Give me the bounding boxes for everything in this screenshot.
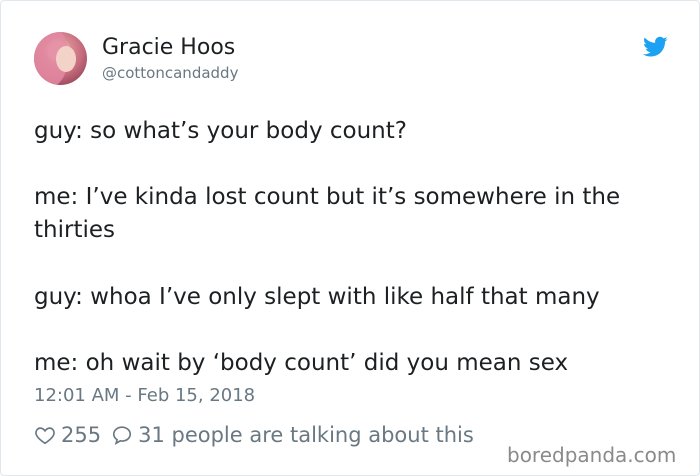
tweet-line: me: I’ve kinda lost count but it’s somew… — [34, 184, 621, 210]
tweet-line: guy: whoa I’ve only slept with like half… — [34, 284, 600, 310]
twitter-bird-icon[interactable] — [643, 36, 668, 58]
speech-bubble-icon[interactable] — [111, 424, 133, 446]
like-count[interactable]: 255 — [61, 423, 101, 447]
tweet-line: me: oh wait by ‘body count’ did you mean… — [34, 350, 569, 376]
tweet-actions: 255 31 people are talking about this — [34, 421, 474, 449]
author-name[interactable]: Gracie Hoos — [102, 35, 235, 60]
tweet-timestamp[interactable]: 12:01 AM - Feb 15, 2018 — [34, 385, 255, 406]
avatar[interactable] — [34, 32, 87, 85]
tweet-line: thirties — [34, 217, 115, 243]
talking-count[interactable]: 31 people are talking about this — [138, 423, 474, 447]
heart-icon[interactable] — [34, 424, 56, 446]
tweet-line: guy: so what’s your body count? — [34, 118, 407, 144]
tweet-card: Gracie Hoos @cottoncandaddy guy: so what… — [0, 0, 700, 476]
avatar-face — [56, 46, 76, 72]
author-handle[interactable]: @cottoncandaddy — [102, 64, 238, 82]
watermark-text: boredpanda.com — [507, 443, 677, 467]
